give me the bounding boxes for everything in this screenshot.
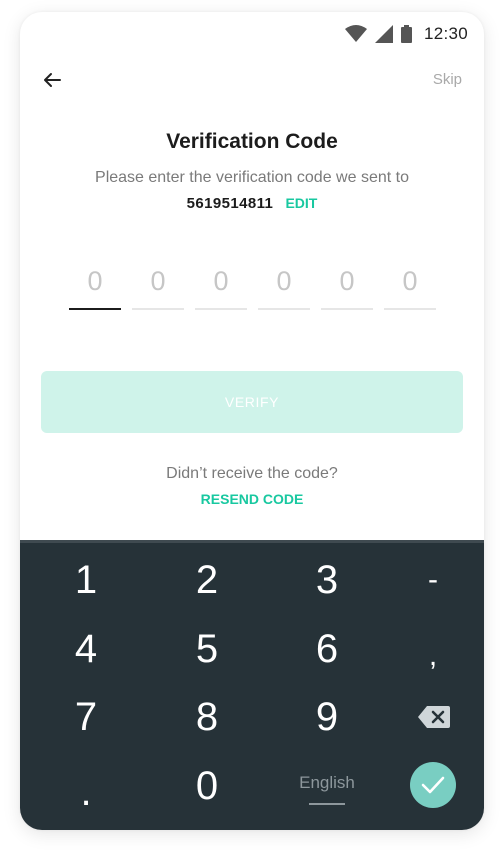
status-time: 12:30 — [423, 24, 468, 43]
code-digit-placeholder: 0 — [402, 266, 418, 296]
code-digit-placeholder: 0 — [87, 266, 103, 296]
code-digit-underline — [384, 308, 436, 310]
wifi-icon — [344, 25, 367, 42]
key-label: 4 — [74, 627, 98, 671]
status-icons: 12:30 — [344, 24, 468, 44]
code-digit-field[interactable]: 0 — [384, 262, 436, 310]
back-button[interactable] — [40, 68, 64, 92]
resend-code-link[interactable]: RESEND CODE — [20, 491, 484, 507]
skip-button[interactable]: Skip — [433, 71, 462, 88]
phone-number-line: 5619514811 EDIT — [20, 195, 484, 212]
key-label: 1 — [74, 558, 98, 602]
key-label: , — [428, 639, 438, 672]
language-underline — [309, 803, 345, 805]
key-label: 3 — [315, 558, 339, 602]
key-9[interactable]: 9 — [272, 684, 382, 750]
code-digit-underline — [195, 308, 247, 310]
key-label: 0 — [195, 764, 219, 808]
key-label: - — [428, 563, 438, 596]
code-digit-placeholder: 0 — [213, 266, 229, 296]
key-label: 9 — [315, 695, 339, 739]
battery-icon — [400, 25, 412, 43]
page-title: Verification Code — [166, 130, 338, 153]
key-1[interactable]: 1 — [31, 547, 141, 613]
key-7[interactable]: 7 — [31, 684, 141, 750]
key-label: 8 — [195, 695, 219, 739]
key-dash[interactable]: - — [378, 547, 484, 613]
code-digit-field[interactable]: 0 — [321, 262, 373, 310]
code-digit-placeholder: 0 — [150, 266, 166, 296]
key-label: 7 — [74, 695, 98, 739]
key-6[interactable]: 6 — [272, 616, 382, 682]
key-4[interactable]: 4 — [31, 616, 141, 682]
verification-code-input: 0 0 0 0 0 0 — [69, 262, 436, 310]
key-2[interactable]: 2 — [152, 547, 262, 613]
key-5[interactable]: 5 — [152, 616, 262, 682]
numeric-keyboard: 1 2 3 - 4 5 6 , 7 8 9 . 0 English — [20, 540, 484, 830]
code-digit-field[interactable]: 0 — [258, 262, 310, 310]
key-comma[interactable]: , — [378, 623, 484, 689]
key-0[interactable]: 0 — [152, 753, 262, 819]
cell-signal-icon — [374, 25, 393, 43]
code-digit-placeholder: 0 — [276, 266, 292, 296]
key-label: . — [80, 770, 92, 814]
code-digit-underline — [69, 308, 121, 310]
enter-key[interactable] — [410, 762, 456, 808]
resend-prompt: Didn’t receive the code? — [166, 465, 338, 482]
language-key[interactable]: English — [272, 756, 382, 822]
key-label: 5 — [195, 627, 219, 671]
phone-screen: 12:30 Skip Verification Code Please ente… — [20, 12, 484, 830]
key-3[interactable]: 3 — [272, 547, 382, 613]
checkmark-icon — [421, 776, 445, 794]
backspace-key[interactable] — [378, 684, 484, 750]
code-digit-field[interactable]: 0 — [132, 262, 184, 310]
code-digit-underline — [132, 308, 184, 310]
key-label: 2 — [195, 558, 219, 602]
code-digit-field[interactable]: 0 — [69, 262, 121, 310]
key-period[interactable]: . — [31, 759, 141, 825]
code-digit-underline — [321, 308, 373, 310]
edit-phone-link[interactable]: EDIT — [285, 195, 317, 211]
instruction-text: Please enter the verification code we se… — [95, 169, 409, 186]
language-label: English — [299, 773, 355, 792]
status-bar: 12:30 — [20, 12, 484, 60]
backspace-icon — [418, 706, 450, 728]
key-label: 6 — [315, 627, 339, 671]
arrow-left-icon — [44, 73, 61, 87]
code-digit-placeholder: 0 — [339, 266, 355, 296]
verify-button[interactable]: VERIFY — [41, 371, 463, 433]
code-digit-field[interactable]: 0 — [195, 262, 247, 310]
phone-number: 5619514811 — [186, 195, 274, 212]
code-digit-underline — [258, 308, 310, 310]
key-8[interactable]: 8 — [152, 684, 262, 750]
